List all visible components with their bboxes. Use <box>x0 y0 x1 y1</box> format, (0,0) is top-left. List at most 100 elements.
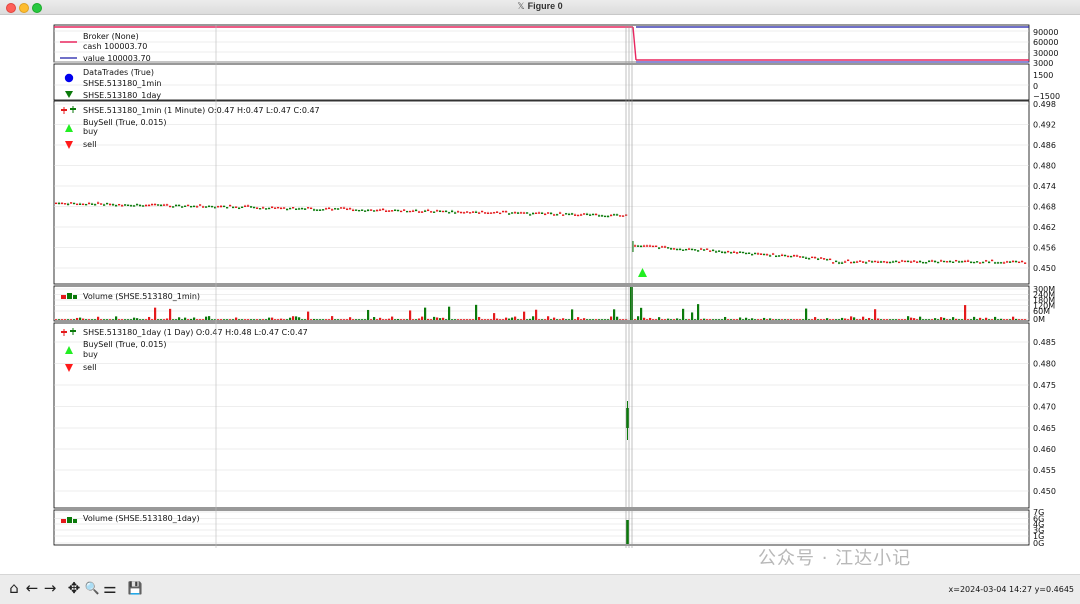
volume-bar <box>151 319 154 320</box>
candle-body <box>373 210 376 212</box>
candle-body <box>637 245 640 247</box>
candle-body <box>490 212 493 214</box>
figure-canvas[interactable]: Broker (None) cash 100003.70 value 10000… <box>0 15 1080 573</box>
volume-bar <box>493 313 496 320</box>
volume-bar <box>148 316 151 320</box>
volume-bar <box>124 319 127 320</box>
candle-body <box>841 262 844 264</box>
volume-bar <box>664 319 667 320</box>
save-icon[interactable]: 💾 <box>127 580 143 596</box>
candle-body <box>223 205 226 208</box>
broker-tick-3: 3000 <box>1033 59 1053 68</box>
volume-bar <box>865 319 868 320</box>
back-arrow-icon[interactable]: ← <box>24 580 40 596</box>
volume-bar <box>703 318 706 320</box>
volume-bar <box>106 319 109 320</box>
volume-bar <box>676 318 679 320</box>
volume-bar <box>868 317 871 320</box>
candle-body <box>229 204 232 207</box>
volume-bar <box>835 319 838 320</box>
candle-body <box>190 205 193 208</box>
price-1min-axes <box>53 100 1030 285</box>
candle-body <box>415 209 418 212</box>
volume-bar <box>619 319 622 320</box>
price-1min-panel: SHSE.513180_1min (1 Minute) O:0.47 H:0.4… <box>53 100 1056 285</box>
volume-bar <box>109 319 112 320</box>
volume-bar <box>64 319 67 320</box>
configure-subplots-icon[interactable]: ⚌ <box>102 580 118 596</box>
candle-body <box>82 203 85 206</box>
volume-bar <box>640 307 643 320</box>
candle-body <box>922 261 925 264</box>
candle-body <box>709 250 712 252</box>
candle-body <box>385 210 388 212</box>
zoom-icon[interactable]: 🔍 <box>84 580 100 596</box>
candle-body <box>547 212 550 214</box>
candle-body <box>1009 261 1012 263</box>
candle-body <box>667 247 670 249</box>
volume-bar <box>502 319 505 320</box>
volume-bar <box>922 319 925 320</box>
candle-body <box>442 210 445 213</box>
candle-body <box>358 209 361 212</box>
volume-bar <box>586 319 589 320</box>
candle-body <box>904 260 907 263</box>
candle-body <box>835 260 838 263</box>
volume-bar <box>196 319 199 320</box>
candle-body <box>988 261 991 264</box>
candle-body <box>199 204 202 206</box>
candle-body <box>148 204 151 207</box>
volume-bar <box>859 319 862 320</box>
volume-bar <box>721 319 724 320</box>
pan-icon[interactable]: ✥ <box>66 580 82 596</box>
volume-bar <box>1000 318 1003 320</box>
volume-bar <box>79 317 82 320</box>
candle-body <box>235 206 238 208</box>
price-1day-legend-title: SHSE.513180_1day (1 Day) O:0.47 H:0.48 L… <box>83 328 308 337</box>
volume-bar <box>448 306 451 320</box>
volume-bar <box>733 319 736 320</box>
volume-bar <box>145 319 148 320</box>
candle-body <box>550 212 553 215</box>
volume-bar <box>778 319 781 320</box>
candle-body <box>136 204 139 206</box>
volume-bar <box>649 317 652 320</box>
volume-bar <box>613 309 616 320</box>
volume-bar <box>1024 319 1027 320</box>
volume-bar <box>601 319 604 320</box>
candle-body <box>127 204 130 207</box>
volume-bar <box>340 319 343 320</box>
candle-body <box>559 212 562 214</box>
volume-bar <box>172 319 175 320</box>
volume-bar <box>313 318 316 320</box>
candle-body <box>526 212 529 214</box>
candle-body <box>268 207 271 210</box>
volume-bar <box>175 319 178 320</box>
candle-body <box>466 211 469 213</box>
volume-bar <box>91 319 94 320</box>
price-1day-tick-7: 0.450 <box>1033 487 1056 496</box>
volume-bar <box>853 317 856 320</box>
volume-bar <box>319 319 322 320</box>
volume-bar <box>817 319 820 320</box>
candle-body <box>187 204 190 207</box>
price-1min-tick-2: 0.486 <box>1033 141 1056 150</box>
volume-bar <box>316 319 319 320</box>
candle-body <box>826 259 829 261</box>
candle-body <box>907 260 910 263</box>
candle-body <box>70 202 73 204</box>
volume-bar <box>487 319 490 320</box>
candle-body <box>976 261 979 263</box>
home-icon[interactable]: ⌂ <box>6 580 22 596</box>
candle-body <box>265 208 268 210</box>
forward-arrow-icon[interactable]: → <box>42 580 58 596</box>
volume-bar <box>355 319 358 320</box>
candle-body <box>289 207 292 210</box>
candle-body <box>304 208 307 210</box>
volume-bar <box>943 317 946 320</box>
candle-body <box>412 210 415 212</box>
volume-bar <box>748 319 751 320</box>
candle-body <box>880 261 883 263</box>
cursor-coordinates: x=2024-03-04 14:27 y=0.4645 <box>948 585 1075 594</box>
candle-body <box>112 204 115 206</box>
